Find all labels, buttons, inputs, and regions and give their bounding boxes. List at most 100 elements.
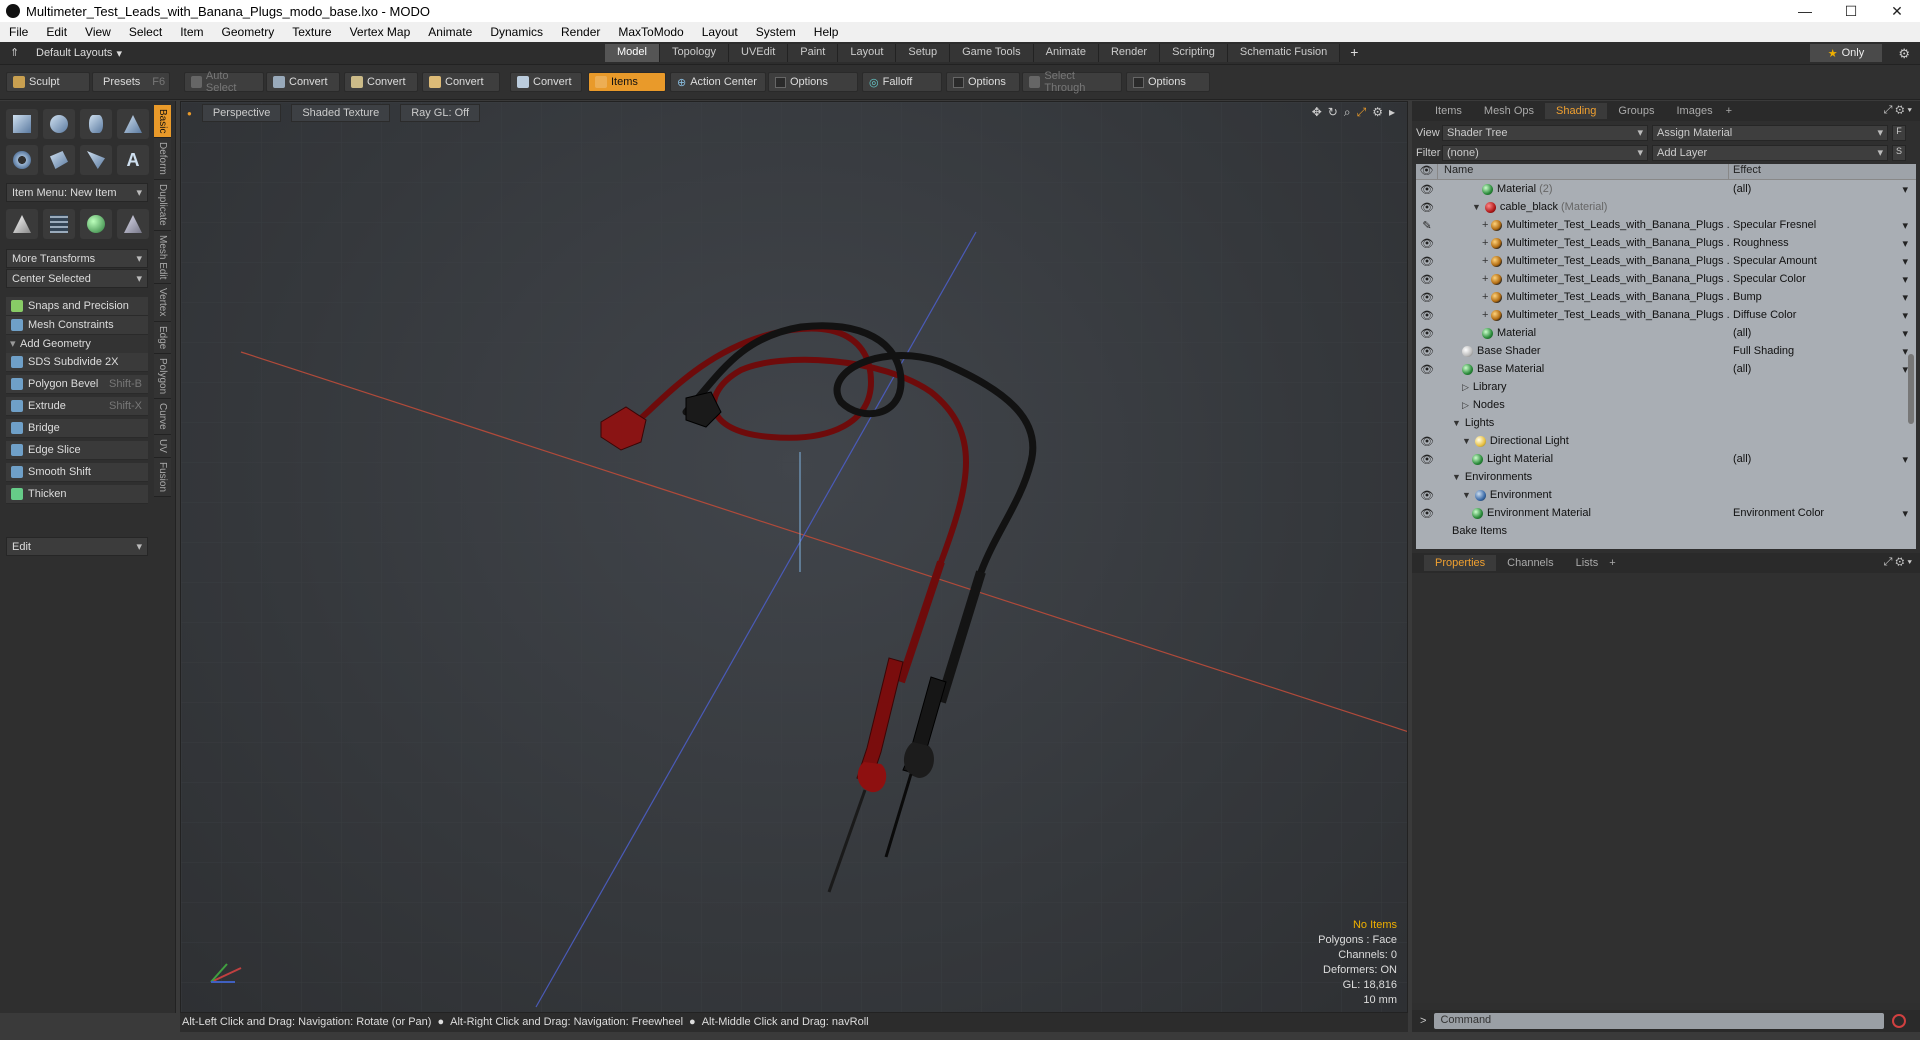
select-through-button[interactable]: Select Through	[1022, 70, 1122, 94]
tab-channels[interactable]: Channels	[1496, 555, 1564, 571]
shader-tree-row[interactable]: 👁 Material (2) (all)	[1416, 180, 1916, 198]
item-menu-dropdown[interactable]: Item Menu: New Item	[6, 183, 148, 202]
menu-texture[interactable]: Texture	[283, 25, 340, 39]
locator-tool[interactable]	[6, 209, 38, 239]
tab-items[interactable]: Items	[1424, 103, 1473, 119]
gear-icon[interactable]: ⚙	[1898, 46, 1910, 62]
eye-icon[interactable]: 👁	[1416, 345, 1438, 358]
tab-layout[interactable]: Layout	[838, 44, 897, 62]
eye-icon[interactable]: 👁	[1416, 237, 1438, 250]
assign-material-button[interactable]: Assign Material	[1652, 125, 1888, 141]
cube-tool[interactable]	[6, 109, 38, 139]
edge-slice-button[interactable]: Edge Slice	[6, 441, 148, 460]
mesh-constraints-button[interactable]: Mesh Constraints	[6, 316, 148, 335]
name-column-header[interactable]: Name	[1438, 164, 1729, 179]
menu-render[interactable]: Render	[552, 25, 609, 39]
expand-arrow-icon[interactable]: ▼	[1472, 202, 1481, 212]
expand-arrow-icon[interactable]: ▷	[1462, 400, 1469, 411]
convert-polygons-button[interactable]: Convert	[422, 72, 500, 92]
menu-item[interactable]: Item	[171, 25, 212, 39]
shader-tree-effect[interactable]: Bump	[1729, 288, 1916, 306]
raygl-button[interactable]: Ray GL: Off	[400, 104, 481, 122]
tube-tool[interactable]	[43, 145, 75, 175]
s-button[interactable]: S	[1892, 145, 1906, 161]
props-corner-icons[interactable]: ⤢ ⚙ ▾	[1884, 556, 1912, 569]
expand-plus-icon[interactable]: +	[1482, 219, 1488, 231]
shader-tree-row[interactable]: 👁 ▼ Environment	[1416, 486, 1916, 504]
menu-maxtomodo[interactable]: MaxToModo	[609, 25, 692, 39]
shader-tree-row[interactable]: 👁 Environment Material Environment Color	[1416, 504, 1916, 522]
eye-icon[interactable]: 👁	[1416, 435, 1438, 448]
tab-topology[interactable]: Topology	[659, 44, 730, 62]
layouts-dropdown[interactable]: Default Layouts ▾	[36, 47, 122, 60]
tab-animate[interactable]: Animate	[1033, 44, 1099, 62]
tab-setup[interactable]: Setup	[896, 44, 951, 62]
menu-file[interactable]: File	[0, 25, 37, 39]
tab-images[interactable]: Images	[1666, 103, 1724, 119]
view-mode-button[interactable]: Perspective	[201, 104, 282, 122]
tab-properties[interactable]: Properties	[1424, 555, 1497, 571]
pyramid-tool[interactable]	[117, 209, 149, 239]
tab-lists[interactable]: Lists	[1565, 555, 1610, 571]
vtab-uv[interactable]: UV	[154, 434, 171, 458]
vtab-polygon[interactable]: Polygon	[154, 354, 171, 400]
vtab-vertex[interactable]: Vertex	[154, 284, 171, 322]
layout-toggle-icon[interactable]: ⇑	[10, 46, 19, 59]
minimize-button[interactable]: —	[1782, 0, 1828, 22]
sphere-tool[interactable]	[43, 109, 75, 139]
shader-tree-row[interactable]: 👁 + Multimeter_Test_Leads_with_Banana_Plug…	[1416, 288, 1916, 306]
sds-subdivide-button[interactable]: SDS Subdivide 2X	[6, 353, 148, 372]
expand-plus-icon[interactable]: +	[1482, 273, 1488, 285]
shader-tree-row[interactable]: 👁 + Multimeter_Test_Leads_with_Banana_Plug…	[1416, 306, 1916, 324]
eye-icon[interactable]: 👁	[1416, 201, 1438, 214]
panel-corner-icons[interactable]: ⤢ ⚙ ▾	[1884, 104, 1912, 117]
grid-tool[interactable]	[43, 209, 75, 239]
add-layer-dropdown[interactable]: Add Layer	[1652, 145, 1888, 161]
eye-icon[interactable]: 👁	[1416, 255, 1438, 268]
pen-tool[interactable]	[80, 145, 112, 175]
maximize-button[interactable]: ☐	[1828, 0, 1874, 22]
f-button[interactable]: F	[1892, 125, 1906, 141]
eye-icon[interactable]: 👁	[1416, 363, 1438, 376]
more-transforms-dropdown[interactable]: More Transforms	[6, 249, 148, 268]
eye-icon[interactable]: 👁	[1416, 453, 1438, 466]
shader-tree-effect[interactable]: (all)	[1729, 360, 1916, 378]
tab-schematic-fusion[interactable]: Schematic Fusion	[1227, 44, 1341, 62]
expand-arrow-icon[interactable]: ▼	[1462, 436, 1471, 446]
action-center-button[interactable]: ⊕ Action Center	[670, 72, 766, 92]
shader-tree-row[interactable]: ✎ + Multimeter_Test_Leads_with_Banana_Plug…	[1416, 216, 1916, 234]
menu-system[interactable]: System	[747, 25, 805, 39]
vtab-edge[interactable]: Edge	[154, 321, 171, 355]
eye-icon[interactable]: 👁	[1416, 291, 1438, 304]
tab-mesh-ops[interactable]: Mesh Ops	[1473, 103, 1545, 119]
bridge-button[interactable]: Bridge	[6, 419, 148, 438]
view-dropdown[interactable]: Shader Tree	[1442, 125, 1648, 141]
eye-icon[interactable]: 👁	[1416, 273, 1438, 286]
tree-scrollbar[interactable]	[1908, 354, 1914, 424]
shader-tree-row[interactable]: 👁 Base Material (all)	[1416, 360, 1916, 378]
close-button[interactable]: ✕	[1874, 0, 1920, 22]
shader-tree[interactable]: 👁 Name Effect 👁Material(2)(all)👁▼cable_b…	[1416, 164, 1916, 549]
effect-column-header[interactable]: Effect	[1729, 164, 1916, 179]
action-center-options-button[interactable]: Options	[768, 72, 858, 92]
shader-tree-effect[interactable]: Specular Amount	[1729, 252, 1916, 270]
vtab-fusion[interactable]: Fusion	[154, 457, 171, 497]
vtab-basic[interactable]: Basic	[154, 105, 171, 139]
tab-groups[interactable]: Groups	[1607, 103, 1665, 119]
shading-mode-button[interactable]: Shaded Texture	[291, 104, 391, 122]
expand-arrow-icon[interactable]: ▼	[1452, 418, 1461, 428]
shader-tree-row[interactable]: 👁 + Multimeter_Test_Leads_with_Banana_Plug…	[1416, 234, 1916, 252]
filter-dropdown[interactable]: (none)	[1442, 145, 1648, 161]
shader-tree-effect[interactable]: Specular Fresnel	[1729, 216, 1916, 234]
expand-arrow-icon[interactable]: ▷	[1462, 382, 1469, 393]
thicken-button[interactable]: Thicken	[6, 485, 148, 504]
command-input[interactable]: Command	[1434, 1013, 1885, 1029]
shader-tree-row[interactable]: 👁 + Multimeter_Test_Leads_with_Banana_Plug…	[1416, 270, 1916, 288]
tab-render[interactable]: Render	[1098, 44, 1161, 62]
falloff-options-button[interactable]: Options	[946, 72, 1020, 92]
eye-icon[interactable]: 👁	[1416, 489, 1438, 502]
add-tab-button[interactable]: +	[1726, 105, 1732, 117]
menu-animate[interactable]: Animate	[419, 25, 481, 39]
expand-arrow-icon[interactable]: ▼	[1452, 472, 1461, 482]
edit-dropdown[interactable]: Edit	[6, 537, 148, 556]
